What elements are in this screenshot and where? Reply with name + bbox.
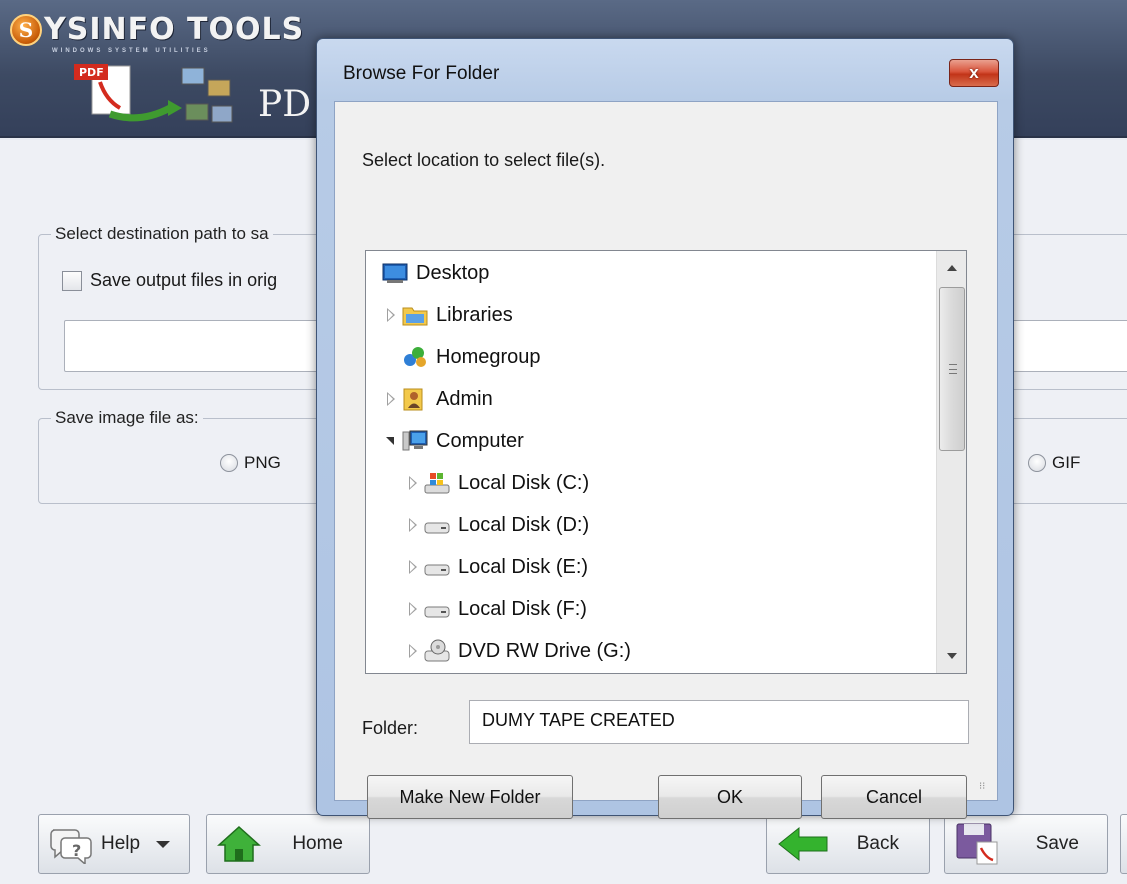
system-drive-icon [424,473,450,494]
dialog-client-area: Select location to select file(s). Deskt… [334,101,998,819]
tree-item-local-disk-f[interactable]: Local Disk (F:) [408,591,587,627]
cancel-button[interactable]: Cancel [821,775,967,819]
pdf-badge-text: PDF [79,66,104,79]
scroll-down-button[interactable] [937,641,966,671]
expand-arrow-icon[interactable] [408,602,418,616]
save-button[interactable]: Save [944,814,1108,874]
tree-item-label: Local Disk (E:) [458,555,589,578]
drive-icon [424,606,450,618]
product-title: PD [258,84,312,125]
save-button-label: Save [1035,833,1079,854]
home-icon [217,825,261,862]
chevron-up-icon [947,265,957,271]
home-button-label: Home [292,833,343,854]
radio-png-circle[interactable] [220,454,238,472]
tree-item-label: Local Disk (C:) [458,471,590,494]
tree-item-label: Desktop [416,261,490,284]
pdf-to-image-icon: PDF [74,64,233,123]
tree-item-local-disk-c[interactable]: Local Disk (C:) [408,465,589,501]
drive-icon [424,564,450,576]
tree-item-label: Computer [436,429,524,452]
desktop-icon [382,263,408,283]
tree-item-local-disk-e[interactable]: Local Disk (E:) [408,549,588,585]
destination-group-legend: Select destination path to sa [55,224,269,243]
next-button-partial[interactable] [1120,814,1127,874]
save-original-checkbox[interactable] [62,270,82,291]
grip-icon [949,364,957,374]
close-icon: x [969,63,979,82]
scroll-thumb[interactable] [939,287,965,451]
make-new-folder-button[interactable]: Make New Folder [367,775,573,819]
expand-arrow-icon[interactable] [386,392,396,406]
computer-icon [402,430,428,451]
collapse-arrow-icon[interactable] [386,434,396,448]
chevron-down-icon [947,653,957,659]
tree-item-libraries[interactable]: Libraries [386,297,513,333]
tree-item-desktop[interactable]: Desktop [382,255,489,291]
tree-item-label: Admin [436,387,493,410]
back-button-label: Back [856,833,899,854]
logo-badge: S [10,14,42,46]
image-format-legend: Save image file as: [55,408,199,427]
homegroup-icon [404,347,426,367]
dialog-prompt: Select location to select file(s). [362,150,606,170]
back-arrow-icon [778,826,828,862]
tree-item-label: Homegroup [436,345,541,368]
help-icon: ? [50,829,92,864]
folder-name-input[interactable]: DUMY TAPE CREATED [469,700,969,744]
folder-tree[interactable]: Desktop Libraries Homegroup Admin Comput… [365,250,967,674]
chevron-down-icon [156,840,171,848]
save-original-label: Save output files in orig [90,270,278,290]
expand-arrow-icon[interactable] [408,518,418,532]
radio-png[interactable]: PNG [220,453,281,473]
folder-label: Folder: [362,718,419,738]
tree-item-dvd-rw-drive-g[interactable]: DVD RW Drive (G:) [408,633,631,669]
logo-text: YSINFO TOOLS [44,12,305,47]
tree-item-admin[interactable]: Admin [386,381,493,417]
home-button[interactable]: Home [206,814,370,874]
tree-scrollbar[interactable] [936,251,966,673]
tree-item-local-disk-d[interactable]: Local Disk (D:) [408,507,589,543]
expand-arrow-icon[interactable] [386,308,396,322]
radio-png-label: PNG [244,453,281,472]
save-pdf-icon [956,823,998,865]
dvd-drive-icon [424,639,450,662]
tree-item-label: Libraries [436,303,513,326]
tree-item-label: Local Disk (F:) [458,597,587,620]
dialog-title: Browse For Folder [343,63,500,84]
logo-tagline: WINDOWS SYSTEM UTILITIES [52,48,211,54]
radio-gif[interactable]: GIF [1028,453,1080,473]
radio-gif-label: GIF [1052,453,1081,472]
radio-gif-circle[interactable] [1028,454,1046,472]
expand-arrow-icon[interactable] [408,644,418,658]
browse-for-folder-dialog: Browse For Folder x Select location to s… [316,38,1014,819]
tree-item-computer[interactable]: Computer [386,423,524,459]
svg-text:?: ? [72,841,81,860]
back-button[interactable]: Back [766,814,930,874]
save-original-checkbox-row[interactable]: Save output files in orig [62,270,277,291]
scroll-up-button[interactable] [937,253,966,283]
close-button[interactable]: x [949,59,999,87]
tree-item-homegroup[interactable]: Homegroup [402,339,541,375]
help-button[interactable]: ? Help [38,814,190,874]
drive-icon [424,522,450,534]
user-folder-icon [403,388,423,411]
help-button-label: Help [101,833,141,854]
ok-button[interactable]: OK [658,775,802,819]
resize-grip-icon[interactable]: ⁝⁝ [979,782,991,796]
tree-item-label: Local Disk (D:) [458,513,590,536]
expand-arrow-icon[interactable] [408,560,418,574]
libraries-icon [402,307,428,326]
expand-arrow-icon[interactable] [408,476,418,490]
tree-item-label: DVD RW Drive (G:) [458,639,631,662]
